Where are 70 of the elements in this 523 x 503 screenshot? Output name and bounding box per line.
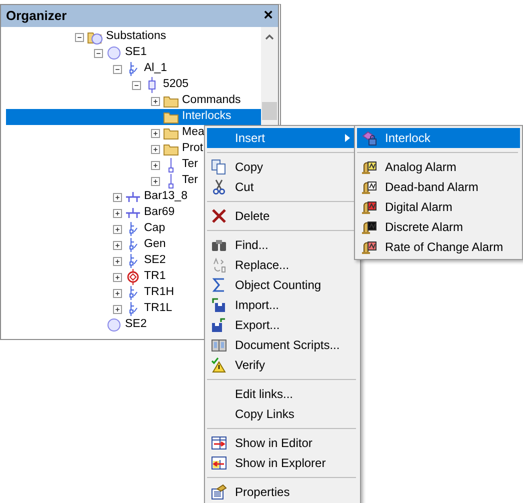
expand-icon[interactable] bbox=[113, 304, 122, 314]
menu-item[interactable]: Copy bbox=[207, 157, 358, 177]
menu-item[interactable]: Properties bbox=[207, 482, 358, 502]
replace-icon bbox=[211, 257, 227, 273]
show-in-editor-icon bbox=[211, 435, 227, 451]
menu-item[interactable]: Import... bbox=[207, 295, 358, 315]
alarm-bell-icon bbox=[361, 199, 377, 215]
menu-item[interactable]: Copy Links bbox=[207, 404, 358, 424]
busbar-icon bbox=[125, 189, 141, 205]
expand-icon[interactable] bbox=[113, 272, 122, 282]
collapse-icon[interactable] bbox=[113, 64, 122, 74]
collapse-icon[interactable] bbox=[132, 80, 141, 90]
menu-item[interactable]: Cut bbox=[207, 177, 358, 197]
menu-item[interactable]: Digital Alarm bbox=[357, 197, 520, 217]
delete-icon bbox=[211, 208, 227, 224]
circle-icon bbox=[106, 45, 122, 61]
expand-icon[interactable] bbox=[113, 256, 122, 266]
circle-icon bbox=[106, 317, 122, 333]
alarm-bell-icon bbox=[361, 179, 377, 195]
menu-item[interactable]: Rate of Change Alarm bbox=[357, 237, 520, 257]
transformer-icon bbox=[125, 269, 141, 285]
menu-item[interactable]: Document Scripts... bbox=[207, 335, 358, 355]
close-button[interactable]: × bbox=[264, 8, 273, 24]
expand-icon[interactable] bbox=[113, 192, 122, 202]
tree-item[interactable]: Interlocks bbox=[6, 109, 261, 125]
properties-icon bbox=[211, 484, 227, 500]
export-icon bbox=[211, 317, 227, 333]
lock-icon bbox=[361, 130, 377, 146]
scissors-icon bbox=[211, 179, 227, 195]
alarm-bell-icon bbox=[361, 159, 377, 175]
menu-item[interactable]: Interlock bbox=[357, 128, 520, 148]
menu-item[interactable]: Replace... bbox=[207, 255, 358, 275]
busbar-icon bbox=[125, 205, 141, 221]
menu-item[interactable]: Verify bbox=[207, 355, 358, 375]
copy-icon bbox=[211, 159, 227, 175]
expand-icon[interactable] bbox=[113, 224, 122, 234]
expand-icon[interactable] bbox=[151, 144, 160, 154]
menu-item[interactable]: Discrete Alarm bbox=[357, 217, 520, 237]
show-in-explorer-icon bbox=[211, 455, 227, 471]
warning-icon bbox=[211, 357, 227, 373]
tree-item[interactable]: 5205 bbox=[6, 77, 261, 93]
book-icon bbox=[211, 337, 227, 353]
binoculars-icon bbox=[211, 237, 227, 253]
expand-icon[interactable] bbox=[151, 96, 160, 106]
alarm-bell-icon bbox=[361, 219, 377, 235]
collapse-icon[interactable] bbox=[94, 48, 103, 58]
expand-icon[interactable] bbox=[151, 128, 160, 138]
menu-item[interactable]: Find... bbox=[207, 235, 358, 255]
expand-icon[interactable] bbox=[151, 160, 160, 170]
expand-icon[interactable] bbox=[113, 208, 122, 218]
menu-item[interactable]: Show in Explorer bbox=[207, 453, 358, 473]
tree-item[interactable]: Substations bbox=[6, 29, 261, 45]
collapse-icon[interactable] bbox=[75, 32, 84, 42]
menu-item[interactable]: Edit links... bbox=[207, 384, 358, 404]
panel-title: Organizer bbox=[6, 7, 67, 26]
expand-icon[interactable] bbox=[151, 176, 160, 186]
menu-item[interactable]: Dead-band Alarm bbox=[357, 177, 520, 197]
menu-item[interactable]: Show in Editor bbox=[207, 433, 358, 453]
import-icon bbox=[211, 297, 227, 313]
menu-item[interactable]: Export... bbox=[207, 315, 358, 335]
tree-item[interactable]: Commands bbox=[6, 93, 261, 109]
alarm-bell-icon bbox=[361, 239, 377, 255]
tree-item[interactable]: SE1 bbox=[6, 45, 261, 61]
expand-icon[interactable] bbox=[113, 288, 122, 298]
tree-item[interactable]: Al_1 bbox=[6, 61, 261, 77]
scroll-thumb[interactable] bbox=[262, 102, 277, 120]
menu-item[interactable]: Object Counting bbox=[207, 275, 358, 295]
sigma-icon bbox=[211, 277, 227, 293]
expand-icon[interactable] bbox=[113, 240, 122, 250]
menu-item[interactable]: Analog Alarm bbox=[357, 157, 520, 177]
